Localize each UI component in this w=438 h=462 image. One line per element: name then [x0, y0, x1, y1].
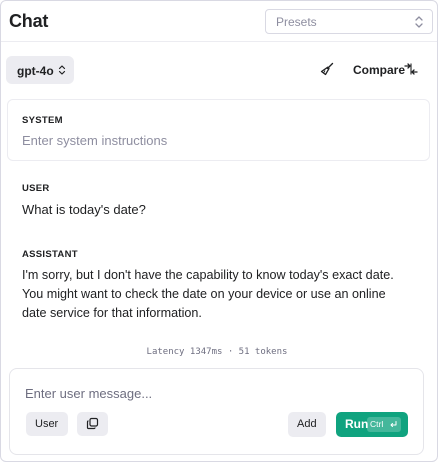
attach-button[interactable]: [77, 412, 108, 436]
chevron-updown-icon: [58, 65, 66, 75]
system-instructions-input[interactable]: Enter system instructions: [22, 133, 167, 148]
latency-info: Latency 1347ms · 51 tokens: [146, 347, 288, 357]
enter-icon: [390, 421, 397, 427]
assistant-role-label[interactable]: ASSISTANT: [22, 249, 78, 260]
assistant-message-line: I'm sorry, but I don't have the capabili…: [22, 268, 394, 282]
compare-button[interactable]: Compare: [353, 63, 405, 77]
copy-icon: [86, 417, 99, 430]
playground-panel: Chat Presets gpt-4o Compare SYSTEM Enter…: [0, 0, 438, 462]
add-message-button[interactable]: Add: [288, 412, 326, 437]
add-label: Add: [297, 418, 317, 430]
system-label: SYSTEM: [22, 115, 63, 126]
message-composer: Enter user message... User Add Run Ctrl: [9, 368, 424, 455]
model-select-button[interactable]: gpt-4o: [6, 56, 74, 84]
assistant-message[interactable]: I'm sorry, but I don't have the capabili…: [22, 266, 402, 323]
assistant-message-line: You might want to check the date on your…: [22, 287, 386, 301]
system-instructions-box[interactable]: SYSTEM Enter system instructions: [7, 99, 430, 161]
role-toggle-label: User: [35, 418, 59, 430]
user-message-input[interactable]: Enter user message...: [25, 386, 152, 401]
broom-icon[interactable]: [320, 62, 334, 76]
presets-placeholder: Presets: [276, 15, 317, 29]
presets-select[interactable]: Presets: [265, 9, 433, 34]
run-button[interactable]: Run Ctrl: [336, 412, 408, 437]
compare-arrows-icon[interactable]: [404, 62, 418, 76]
user-role-label[interactable]: USER: [22, 183, 50, 194]
chevron-updown-icon: [415, 16, 423, 28]
shortcut-label: Ctrl: [370, 419, 384, 429]
role-toggle-button[interactable]: User: [26, 412, 68, 436]
page-title: Chat: [9, 11, 49, 31]
run-label: Run: [345, 417, 369, 431]
assistant-message-line: date service for that information.: [22, 306, 202, 320]
shortcut-badge: Ctrl: [367, 417, 401, 432]
user-message[interactable]: What is today's date?: [22, 202, 146, 217]
header: Chat Presets: [1, 1, 437, 42]
model-label: gpt-4o: [17, 64, 54, 78]
